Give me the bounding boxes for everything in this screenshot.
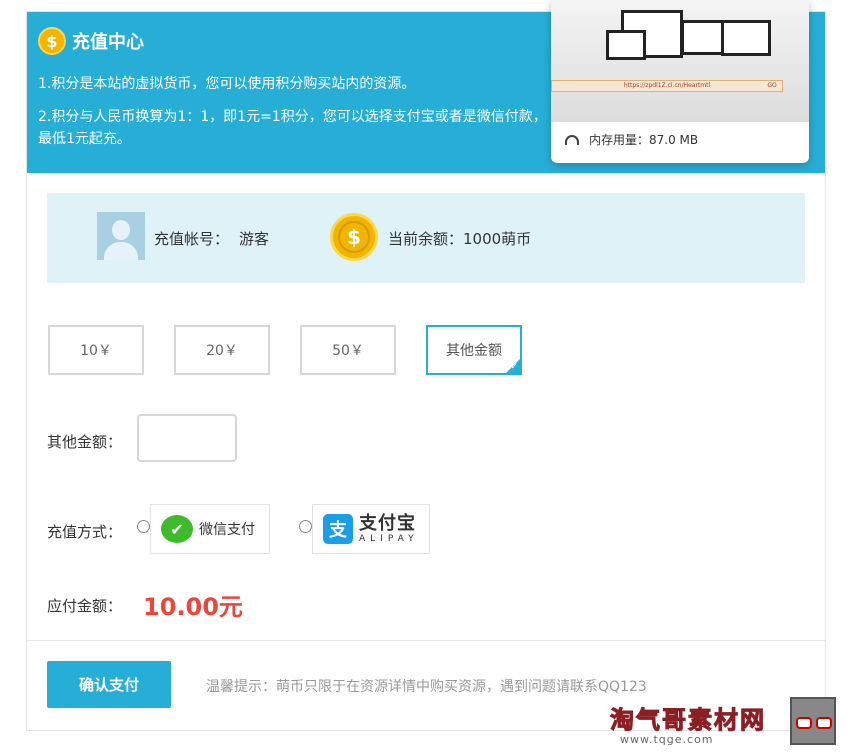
url-bar: https://zpdl1Z.cl.cn/Heartmtl — [551, 80, 783, 92]
check-icon: ✓ — [510, 362, 518, 372]
watermark-cn: 淘气哥素材网 — [610, 706, 766, 735]
other-amount-input[interactable] — [137, 414, 237, 462]
glasses-left — [796, 717, 812, 729]
screenshot-popup: https://zpdl1Z.cl.cn/Heartmtl GO 内存用量：87… — [551, 0, 809, 163]
account-info-panel: 充值帐号： 游客 $ 当前余额：1000萌币 — [47, 193, 805, 283]
memory-usage: 内存用量：87.0 MB — [565, 131, 698, 148]
avatar — [97, 212, 145, 260]
amount-option-50[interactable]: 50￥ — [300, 325, 396, 375]
wechat-pay-option[interactable]: ✔ 微信支付 — [150, 504, 270, 554]
watermark: 淘气哥素材网 www.tqge.com — [610, 700, 790, 747]
amount-option-other[interactable]: 其他金额 ✓ — [426, 325, 522, 375]
coin-symbol: $ — [338, 221, 370, 253]
account-value: 游客 — [239, 230, 270, 248]
tablet-image — [681, 20, 726, 55]
header-title-row: $ 充值中心 — [38, 27, 144, 55]
balance-label: 当前余额：1000萌币 — [388, 230, 532, 248]
glasses-right — [816, 717, 832, 729]
amount-due-value: 10.00元 — [143, 593, 243, 621]
gauge-icon — [565, 134, 579, 145]
amount-due-label: 应付金额： — [47, 597, 123, 615]
other-amount-label: 其他金额： — [47, 433, 123, 451]
alipay-label-en: ALIPAY — [359, 534, 419, 544]
alipay-label-cn: 支付宝 — [359, 513, 416, 534]
amount-option-20[interactable]: 20￥ — [174, 325, 270, 375]
coin-icon: $ — [38, 27, 66, 55]
avatar-head — [112, 220, 130, 240]
wechat-icon: ✔ — [161, 515, 193, 543]
avatar-body — [104, 242, 138, 260]
payment-method-label: 充值方式： — [47, 523, 123, 541]
wechat-pay-label: 微信支付 — [199, 522, 255, 538]
info-line-1: 1.积分是本站的虚拟货币，您可以使用积分购买站内的资源。 — [38, 76, 416, 92]
balance-coin-icon: $ — [330, 213, 378, 261]
warm-tip: 温馨提示：萌币只限于在资源详情中购买资源，遇到问题请联系QQ123 — [206, 679, 647, 695]
alipay-text: 支付宝 ALIPAY — [359, 513, 419, 545]
alipay-option[interactable]: 支 支付宝 ALIPAY — [312, 504, 430, 554]
go-button: GO — [767, 82, 777, 89]
amount-option-other-label: 其他金额 — [446, 343, 502, 359]
amount-option-10[interactable]: 10￥ — [48, 325, 144, 375]
alipay-radio[interactable] — [299, 520, 312, 533]
page-title: 充值中心 — [72, 32, 144, 53]
watermark-glasses-icon — [790, 697, 836, 745]
laptop-image — [606, 30, 646, 60]
info-line-2: 2.积分与人民币换算为1：1，即1元=1积分，您可以选择支付宝或者是微信付款，最… — [38, 109, 547, 147]
alipay-icon: 支 — [323, 514, 353, 544]
desktop-image — [721, 20, 771, 56]
confirm-pay-button[interactable]: 确认支付 — [47, 661, 171, 708]
memory-usage-label: 内存用量：87.0 MB — [589, 133, 699, 147]
account-label: 充值帐号： — [154, 230, 230, 248]
divider — [27, 640, 825, 641]
preview-image: https://zpdl1Z.cl.cn/Heartmtl GO — [551, 0, 809, 122]
wechat-radio[interactable] — [137, 520, 150, 533]
